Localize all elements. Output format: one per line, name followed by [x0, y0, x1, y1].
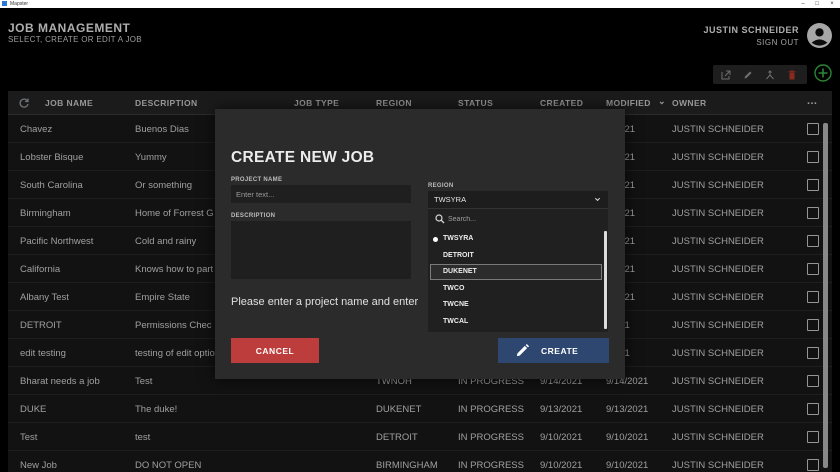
- project-name-input[interactable]: [231, 185, 411, 203]
- region-dropdown-list: TWSYRA DETROIT DUKENET TWCO TWCNE TWCAL: [428, 208, 608, 332]
- minimize-icon[interactable]: –: [797, 0, 809, 8]
- create-button[interactable]: CREATE: [498, 338, 609, 363]
- region-option[interactable]: TWCNE: [428, 297, 602, 313]
- description-label: DESCRIPTION: [231, 213, 276, 219]
- region-option[interactable]: DUKENET: [430, 264, 602, 280]
- region-option-label: TWCO: [443, 284, 465, 292]
- chevron-down-icon: [594, 197, 601, 202]
- selected-dot-icon: [433, 237, 438, 242]
- region-select[interactable]: TWSYRA: [428, 191, 608, 208]
- create-button-label: CREATE: [541, 346, 579, 356]
- close-icon[interactable]: ×: [826, 0, 838, 8]
- search-icon: [435, 214, 445, 224]
- region-label: REGION: [428, 183, 454, 189]
- region-option-label: DUKENET: [443, 268, 477, 275]
- region-select-value: TWSYRA: [434, 195, 467, 204]
- region-option[interactable]: TWSYRA: [428, 231, 602, 247]
- cancel-button[interactable]: CANCEL: [231, 338, 319, 363]
- region-option-label: TWSYRA: [443, 235, 474, 242]
- maximize-icon[interactable]: □: [811, 0, 823, 8]
- region-option-label: DETROIT: [443, 251, 474, 259]
- validation-message: Please enter a project name and enter: [231, 296, 419, 308]
- pencil-icon: [516, 343, 530, 357]
- description-input[interactable]: [231, 221, 411, 279]
- region-option-label: TWCNE: [443, 301, 469, 308]
- window-title-bar: Mapster – □ ×: [0, 0, 840, 8]
- create-job-dialog: CREATE NEW JOB PROJECT NAME DESCRIPTION …: [215, 109, 625, 379]
- project-name-label: PROJECT NAME: [231, 177, 283, 183]
- region-option[interactable]: DETROIT: [428, 248, 602, 264]
- app-logo-icon: [2, 1, 7, 6]
- window-title: Mapster: [10, 1, 29, 7]
- region-option[interactable]: TWCO: [428, 281, 602, 297]
- region-option-label: TWCAL: [443, 317, 469, 325]
- job-management-page: JOB MANAGEMENT SELECT, CREATE OR EDIT A …: [0, 8, 840, 472]
- region-search-input[interactable]: [448, 211, 598, 227]
- region-option[interactable]: TWCAL: [428, 314, 602, 330]
- region-list-scrollbar[interactable]: [604, 231, 607, 329]
- dialog-title: CREATE NEW JOB: [231, 149, 375, 166]
